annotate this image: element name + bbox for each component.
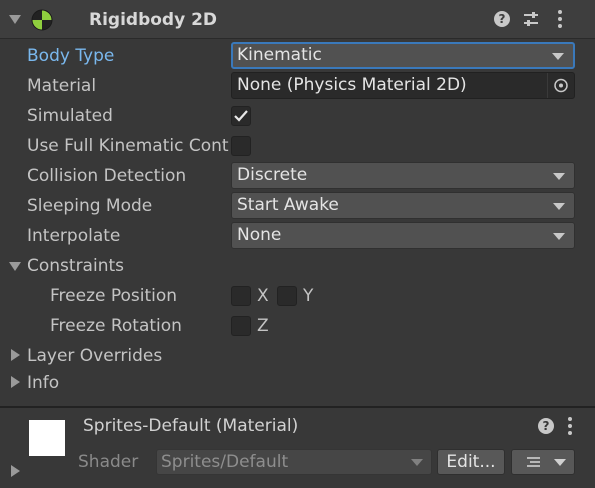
- info-foldout-arrow-icon[interactable]: [11, 376, 20, 388]
- sleeping-mode-label: Sleeping Mode: [27, 196, 153, 216]
- freeze-position-label: Freeze Position: [50, 286, 178, 306]
- freeze-position-y-checkbox[interactable]: [277, 286, 297, 306]
- interpolate-dropdown[interactable]: None: [231, 222, 575, 249]
- rigidbody-2d-icon: [31, 9, 53, 31]
- info-foldout-label[interactable]: Info: [27, 369, 59, 397]
- presets-icon[interactable]: [522, 10, 540, 28]
- help-icon[interactable]: ?: [494, 11, 510, 27]
- more-vertical-icon[interactable]: [553, 9, 567, 29]
- body-type-dropdown[interactable]: Kinematic: [231, 42, 575, 69]
- freeze-position-y-label: Y: [303, 286, 314, 306]
- freeze-position-x-checkbox[interactable]: [231, 286, 251, 306]
- material-foldout-arrow-icon[interactable]: [11, 465, 20, 477]
- use-full-kinematic-contacts-label: Use Full Kinematic Contacts: [27, 136, 229, 156]
- material-component-title: Sprites-Default (Material): [83, 416, 299, 436]
- collapse-arrow-icon[interactable]: [9, 15, 21, 24]
- collision-detection-dropdown[interactable]: Discrete: [231, 162, 575, 189]
- component-title: Rigidbody 2D: [89, 10, 218, 30]
- shader-value: Sprites/Default: [161, 452, 289, 472]
- layer-overrides-foldout-label[interactable]: Layer Overrides: [27, 342, 162, 370]
- component-divider: [0, 406, 595, 408]
- material-object-field[interactable]: None (Physics Material 2D): [231, 72, 575, 99]
- dropdown-arrow-icon: [553, 203, 565, 210]
- dropdown-arrow-icon: [553, 233, 565, 240]
- simulated-label: Simulated: [27, 106, 113, 126]
- interpolate-value: None: [237, 225, 282, 245]
- material-preview-thumbnail: [29, 420, 65, 456]
- shader-label: Shader: [78, 452, 139, 472]
- layer-overrides-foldout-arrow-icon[interactable]: [11, 349, 20, 361]
- constraints-foldout-label[interactable]: Constraints: [27, 252, 124, 280]
- use-full-kinematic-contacts-checkbox[interactable]: [231, 136, 251, 156]
- freeze-rotation-z-label: Z: [257, 316, 269, 336]
- dropdown-arrow-icon: [552, 53, 564, 60]
- body-type-label: Body Type: [27, 46, 115, 66]
- freeze-rotation-label: Freeze Rotation: [50, 316, 182, 336]
- dropdown-arrow-icon: [411, 459, 423, 466]
- sleeping-mode-dropdown[interactable]: Start Awake: [231, 192, 575, 219]
- edit-shader-button[interactable]: Edit...: [437, 449, 505, 475]
- collision-detection-value: Discrete: [237, 165, 308, 185]
- simulated-checkbox[interactable]: [231, 106, 251, 126]
- constraints-foldout-arrow-icon[interactable]: [9, 262, 21, 271]
- freeze-position-x-label: X: [257, 286, 269, 306]
- shader-dropdown[interactable]: Sprites/Default: [156, 449, 432, 475]
- sleeping-mode-value: Start Awake: [237, 195, 339, 215]
- freeze-rotation-z-checkbox[interactable]: [231, 316, 251, 336]
- list-menu-icon: [527, 457, 566, 467]
- material-label: Material: [27, 76, 97, 96]
- body-type-value: Kinematic: [237, 45, 322, 65]
- help-icon[interactable]: ?: [538, 418, 554, 434]
- more-vertical-icon[interactable]: [563, 416, 577, 436]
- dropdown-arrow-icon: [553, 173, 565, 180]
- shader-options-button[interactable]: [511, 449, 575, 475]
- checkmark-icon: [234, 110, 248, 122]
- collision-detection-label: Collision Detection: [27, 166, 187, 186]
- material-value: None (Physics Material 2D): [237, 75, 467, 95]
- object-picker-icon[interactable]: [547, 73, 574, 98]
- interpolate-label: Interpolate: [27, 226, 121, 246]
